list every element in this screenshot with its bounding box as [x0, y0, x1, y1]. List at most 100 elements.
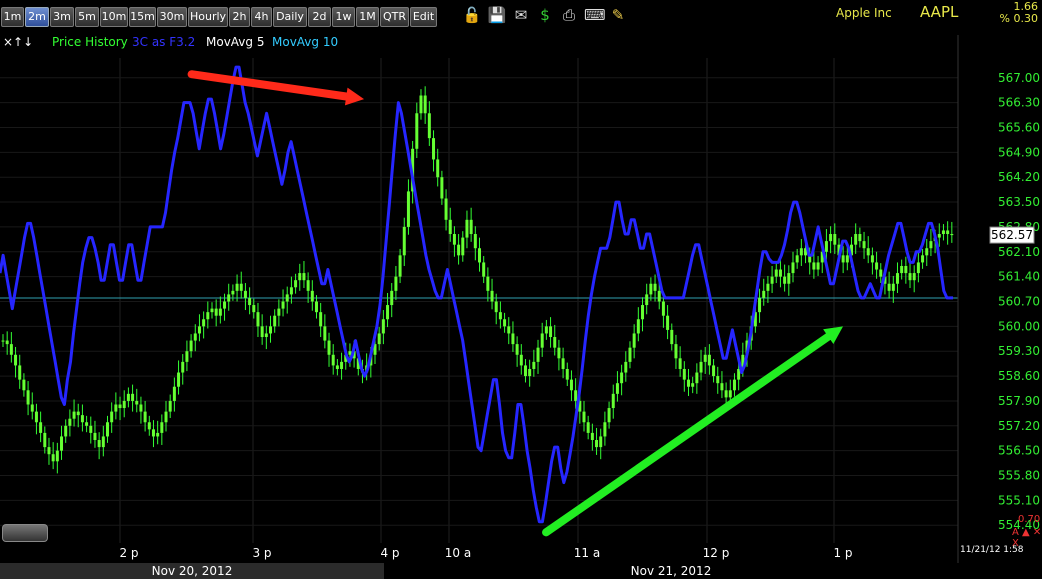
price-bar-body [887, 283, 891, 291]
y-tick-label: 556.50 [998, 444, 1040, 458]
price-bar-body [239, 283, 243, 291]
price-bar-body [912, 273, 916, 281]
price-bar-body [557, 347, 561, 359]
price-bar-body [452, 234, 456, 245]
price-bar-body [833, 234, 837, 245]
price-bar-body [921, 255, 925, 263]
price-bar-body [323, 326, 327, 341]
price-bar-body [791, 262, 795, 274]
price-bar-body [473, 234, 477, 249]
y-tick-label: 564.20 [998, 170, 1040, 184]
price-bar-body [553, 337, 557, 348]
price-bar-body [482, 262, 486, 277]
price-bar-body [97, 440, 101, 448]
price-bar-body [908, 273, 912, 281]
3c-line [0, 65, 953, 524]
price-bar-body [795, 255, 799, 263]
price-bar-body [766, 283, 770, 291]
price-bar-body [427, 113, 431, 139]
price-bar-body [448, 219, 452, 235]
x-tick-label: 2 p [119, 546, 138, 560]
price-bar-body [590, 432, 594, 441]
price-bar-body [294, 280, 298, 288]
price-bar-body [43, 432, 47, 448]
price-bar-body [862, 241, 866, 249]
price-bar-body [904, 265, 908, 274]
price-bar-body [486, 276, 490, 291]
price-bar-body [306, 280, 310, 291]
price-bar-body [110, 411, 114, 423]
price-chart[interactable]: 567.00 566.30 565.60 564.90 564.20 563.50 562.… [0, 0, 1042, 579]
price-bar-body [85, 422, 89, 426]
price-bar-body [941, 230, 945, 235]
price-bar-body [507, 326, 511, 334]
price-bar-body [950, 234, 954, 236]
price-bar-body [875, 262, 879, 270]
price-bar-body [544, 326, 548, 334]
price-bar-body [156, 432, 160, 437]
price-bar-body [193, 333, 197, 341]
price-bar-body [574, 390, 578, 401]
price-bar-body [870, 255, 874, 263]
price-bar-body [511, 333, 515, 345]
price-series [1, 86, 954, 474]
x-tick-label: 1 p [833, 546, 852, 560]
price-bar-body [390, 290, 394, 306]
price-bar-body [402, 226, 406, 256]
price-bar-body [68, 418, 72, 426]
price-bar-body [64, 425, 68, 437]
price-bar-body [9, 344, 13, 355]
price-bar-body [762, 290, 766, 298]
y-tick-label: 565.60 [998, 120, 1040, 134]
price-bar-body [80, 415, 84, 423]
price-bar-body [799, 248, 803, 256]
price-bar-body [569, 379, 573, 391]
price-bar-body [536, 347, 540, 362]
price-bar-body [160, 422, 164, 433]
price-bar-body [816, 262, 820, 270]
price-bar-body [60, 436, 64, 451]
price-bar-body [302, 273, 306, 281]
timestamp: 11/21/12 1:58 [960, 545, 1024, 555]
price-bar-body [331, 354, 335, 366]
chart-grid [0, 58, 958, 543]
price-bar-body [381, 319, 385, 334]
price-bar-body [340, 361, 344, 369]
price-bar-body [595, 440, 599, 448]
price-bar-body [674, 344, 678, 359]
price-bar-body [147, 422, 151, 430]
x-tick-label: 11 a [574, 546, 600, 560]
price-bar-body [436, 159, 440, 178]
price-bar-body [532, 361, 536, 369]
scroll-handle[interactable] [2, 524, 48, 542]
price-bar-body [143, 411, 147, 423]
price-bar-body [135, 400, 139, 405]
price-bar-body [891, 283, 895, 291]
y-tick-label: 563.50 [998, 195, 1040, 209]
price-bar-body [168, 400, 172, 412]
price-bar-body [582, 411, 586, 423]
price-bar-body [185, 351, 189, 362]
price-bar-body [256, 312, 260, 327]
price-bar-body [611, 393, 615, 409]
price-bar-body [703, 354, 707, 362]
price-bar-body [841, 255, 845, 263]
price-bar-body [925, 248, 929, 256]
price-bar-body [30, 404, 34, 412]
price-bar-body [645, 294, 649, 306]
price-bar-body [310, 290, 314, 302]
price-bar-body [783, 276, 787, 284]
y-tick-label: 561.40 [998, 270, 1040, 284]
price-bar-body [469, 219, 473, 235]
price-bar-body [76, 411, 80, 416]
price-bar-body [895, 273, 899, 284]
price-bar-body [615, 383, 619, 394]
price-bar-body [197, 326, 201, 334]
price-bar-body [812, 262, 816, 270]
price-bar-body [824, 241, 828, 252]
price-bar-body [51, 454, 55, 462]
price-bar-body [549, 326, 553, 338]
price-bar-body [724, 390, 728, 398]
y-tick-label: 555.80 [998, 469, 1040, 483]
price-bar-body [666, 315, 670, 330]
